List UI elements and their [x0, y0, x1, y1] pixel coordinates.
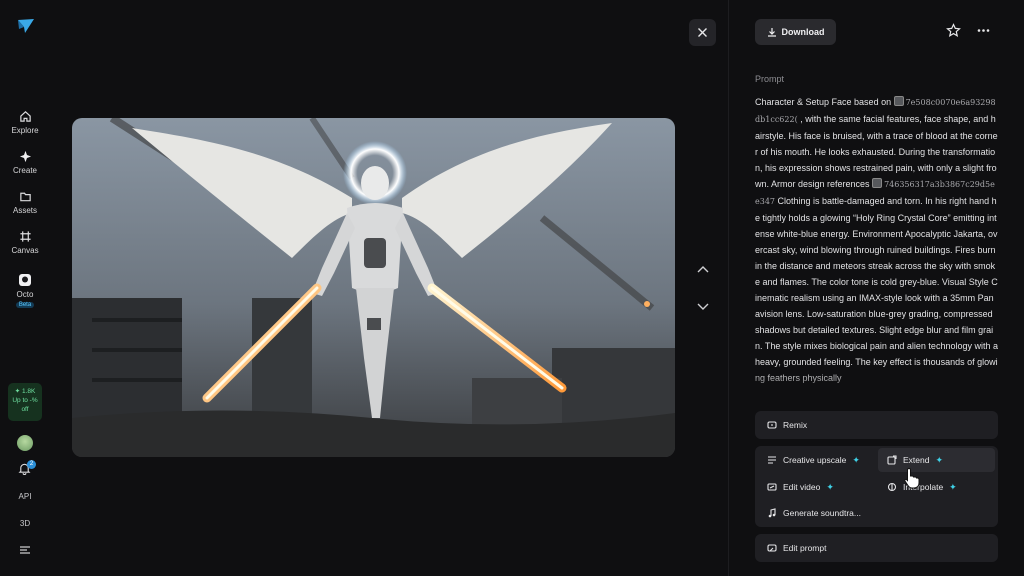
edit-video-button[interactable]: Edit video ✦ [767, 477, 834, 497]
creative-upscale-button[interactable]: Creative upscale ✦ [767, 450, 860, 470]
creative-upscale-label: Creative upscale [783, 455, 847, 465]
frame-icon [19, 231, 31, 242]
remix-label: Remix [783, 420, 808, 430]
remix-icon [767, 421, 777, 429]
sparkle-icon [19, 150, 31, 163]
edit-video-label: Edit video [783, 482, 821, 492]
sidebar-item-canvas[interactable]: Canvas [0, 230, 50, 255]
generated-image [72, 118, 675, 457]
edit-prompt-icon [767, 544, 777, 552]
sidebar-item-assets[interactable]: Assets [0, 190, 50, 215]
chevron-down-icon [697, 303, 709, 310]
sparkle-icon: ✦ [949, 481, 957, 492]
generate-soundtrack-label: Generate soundtra... [783, 508, 861, 518]
media-viewer[interactable] [72, 118, 675, 457]
notification-count: 2 [27, 460, 36, 469]
sparkle-icon: ✦ [826, 481, 834, 492]
action-group: Creative upscale ✦ Extend ✦ Edit video ✦… [755, 446, 998, 527]
sparkle-icon: ✦ [852, 454, 860, 465]
hand-cursor-icon [904, 467, 920, 489]
left-sidebar: Explore Create Assets Canvas Octo Beta ✦… [0, 0, 50, 576]
favorite-star-icon[interactable] [946, 23, 961, 38]
chevron-up-icon [697, 266, 709, 273]
folder-icon [19, 192, 31, 202]
sidebar-item-label: Create [12, 166, 37, 175]
upscale-icon [768, 456, 776, 464]
more-options-icon[interactable] [976, 23, 991, 38]
home-icon [19, 111, 31, 122]
sidebar-item-label: Assets [12, 206, 37, 215]
generate-soundtrack-button[interactable]: Generate soundtra... [767, 503, 861, 523]
edit-prompt-button[interactable]: Edit prompt [755, 534, 998, 562]
extend-button[interactable]: Extend ✦ [878, 448, 995, 472]
close-button[interactable] [689, 19, 716, 46]
interpolate-button[interactable]: Interpolate ✦ [887, 477, 957, 497]
download-label: Download [781, 27, 825, 37]
prompt-fade-overlay [750, 370, 1010, 402]
sidebar-item-create[interactable]: Create [0, 150, 50, 175]
sidebar-item-3d[interactable]: 3D [0, 519, 50, 528]
close-icon [698, 28, 707, 37]
music-note-icon [768, 508, 776, 518]
sidebar-item-label: Canvas [11, 246, 39, 255]
sidebar-item-explore[interactable]: Explore [0, 110, 50, 135]
sparkle-icon: ✦ [935, 454, 944, 465]
download-button[interactable]: Download [755, 19, 836, 45]
sidebar-item-octo[interactable]: Octo Beta [0, 273, 50, 308]
extend-label: Extend [903, 455, 930, 465]
app-logo-icon[interactable] [16, 16, 36, 36]
promo-line: Up to -% [12, 397, 38, 404]
edit-video-icon [767, 483, 777, 491]
promo-badge[interactable]: ✦ 1.8K Up to -% off [8, 383, 42, 421]
prompt-text-part: Clothing is battle-damaged and torn. In … [755, 196, 998, 383]
download-icon [767, 28, 776, 37]
prompt-heading: Prompt [755, 74, 785, 84]
prompt-text-part: Character & Setup Face based on [755, 97, 894, 107]
panel-divider [728, 0, 729, 576]
interpolate-icon [887, 482, 897, 492]
reference-thumbnail-icon [893, 96, 904, 106]
sidebar-item-label: Explore [11, 126, 39, 135]
beta-badge: Beta [15, 302, 35, 308]
promo-line: off [21, 406, 29, 413]
reference-thumbnail-icon [872, 178, 883, 188]
edit-prompt-label: Edit prompt [783, 543, 827, 553]
octo-icon [19, 274, 31, 286]
next-button[interactable] [693, 297, 713, 317]
sidebar-item-api[interactable]: API [0, 492, 50, 501]
extend-icon [887, 455, 897, 465]
credits-count: ✦ 1.8K [14, 388, 36, 395]
previous-button[interactable] [693, 259, 713, 279]
prompt-text: Character & Setup Face based on 7e508c00… [755, 94, 998, 398]
avatar[interactable] [17, 435, 33, 451]
remix-button[interactable]: Remix [755, 411, 998, 439]
collapse-menu-icon[interactable] [19, 545, 31, 555]
sidebar-item-label: Octo [16, 290, 34, 299]
